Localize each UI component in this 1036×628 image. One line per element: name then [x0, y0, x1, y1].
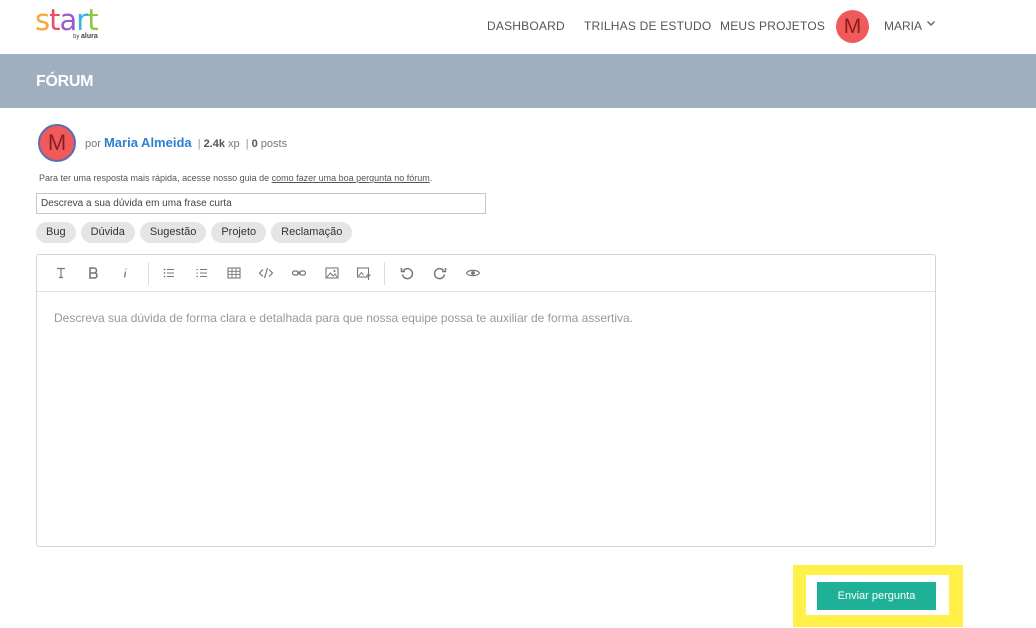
link-icon[interactable]	[291, 265, 307, 281]
undo-icon[interactable]	[399, 265, 415, 281]
divider: |	[197, 138, 201, 150]
question-title-input[interactable]	[36, 193, 486, 214]
chevron-down-icon[interactable]	[926, 18, 936, 28]
redo-icon[interactable]	[432, 265, 448, 281]
nav-dashboard[interactable]: DASHBOARD	[487, 19, 565, 33]
question-body-editor[interactable]: Descreva sua dúvida de forma clara e det…	[36, 254, 936, 547]
toolbar-divider	[384, 262, 385, 285]
italic-icon[interactable]	[117, 265, 133, 281]
toolbar-divider	[148, 262, 149, 285]
logo-letter: s	[35, 3, 50, 37]
user-menu-name[interactable]: MARIA	[884, 19, 922, 33]
nav-trilhas-de-estudo[interactable]: TRILHAS DE ESTUDO	[584, 19, 711, 33]
top-navbar: start by alura DASHBOARD TRILHAS DE ESTU…	[0, 0, 1036, 54]
logo-letter: t	[87, 3, 98, 37]
logo-byline: by alura	[73, 33, 98, 40]
bulleted-list-icon[interactable]	[161, 265, 177, 281]
author-name[interactable]: Maria Almeida	[104, 135, 192, 150]
tag-reclamacao[interactable]: Reclamação	[271, 222, 353, 243]
code-icon[interactable]	[258, 265, 274, 281]
author-xp-value: 2.4k	[203, 138, 225, 150]
bold-icon[interactable]	[85, 265, 101, 281]
numbered-list-icon[interactable]	[194, 265, 210, 281]
divider: |	[245, 138, 249, 150]
author-avatar: M	[38, 124, 76, 162]
submit-question-button[interactable]: Enviar pergunta	[817, 582, 936, 610]
author-posts-value: 0	[251, 138, 258, 150]
tag-bug[interactable]: Bug	[36, 222, 76, 243]
logo-letter: a	[59, 3, 77, 37]
tag-duvida[interactable]: Dúvida	[80, 222, 135, 243]
logo-letter: t	[49, 3, 60, 37]
nav-meus-projetos[interactable]: MEUS PROJETOS	[720, 19, 825, 33]
author-xp-unit: xp	[228, 138, 240, 150]
page-title: FÓRUM	[36, 73, 94, 90]
tag-projeto[interactable]: Projeto	[211, 222, 267, 243]
tag-list: Bug Dúvida Sugestão Projeto Reclamação	[36, 222, 353, 243]
image-icon[interactable]	[324, 265, 340, 281]
page-header-band	[0, 54, 1036, 108]
heading-icon[interactable]	[53, 265, 69, 281]
editor-toolbar	[37, 255, 935, 292]
author-by-label: por	[85, 138, 101, 150]
preview-eye-icon[interactable]	[465, 265, 481, 281]
upload-image-icon[interactable]	[356, 265, 372, 281]
tag-sugestao[interactable]: Sugestão	[139, 222, 207, 243]
author-info: por Maria Almeida | 2.4k xp | 0 posts	[85, 135, 287, 150]
logo-wordmark: start	[35, 3, 105, 37]
table-icon[interactable]	[226, 265, 242, 281]
user-avatar[interactable]: M	[836, 10, 869, 43]
editor-placeholder: Descreva sua dúvida de forma clara e det…	[54, 311, 634, 325]
author-posts-unit: posts	[260, 138, 288, 150]
logo-letter: r	[76, 3, 88, 37]
start-logo[interactable]: start by alura	[35, 6, 105, 42]
help-text: Para ter uma resposta mais rápida, acess…	[39, 173, 433, 183]
guide-link[interactable]: como fazer uma boa pergunta no fórum	[272, 173, 430, 183]
